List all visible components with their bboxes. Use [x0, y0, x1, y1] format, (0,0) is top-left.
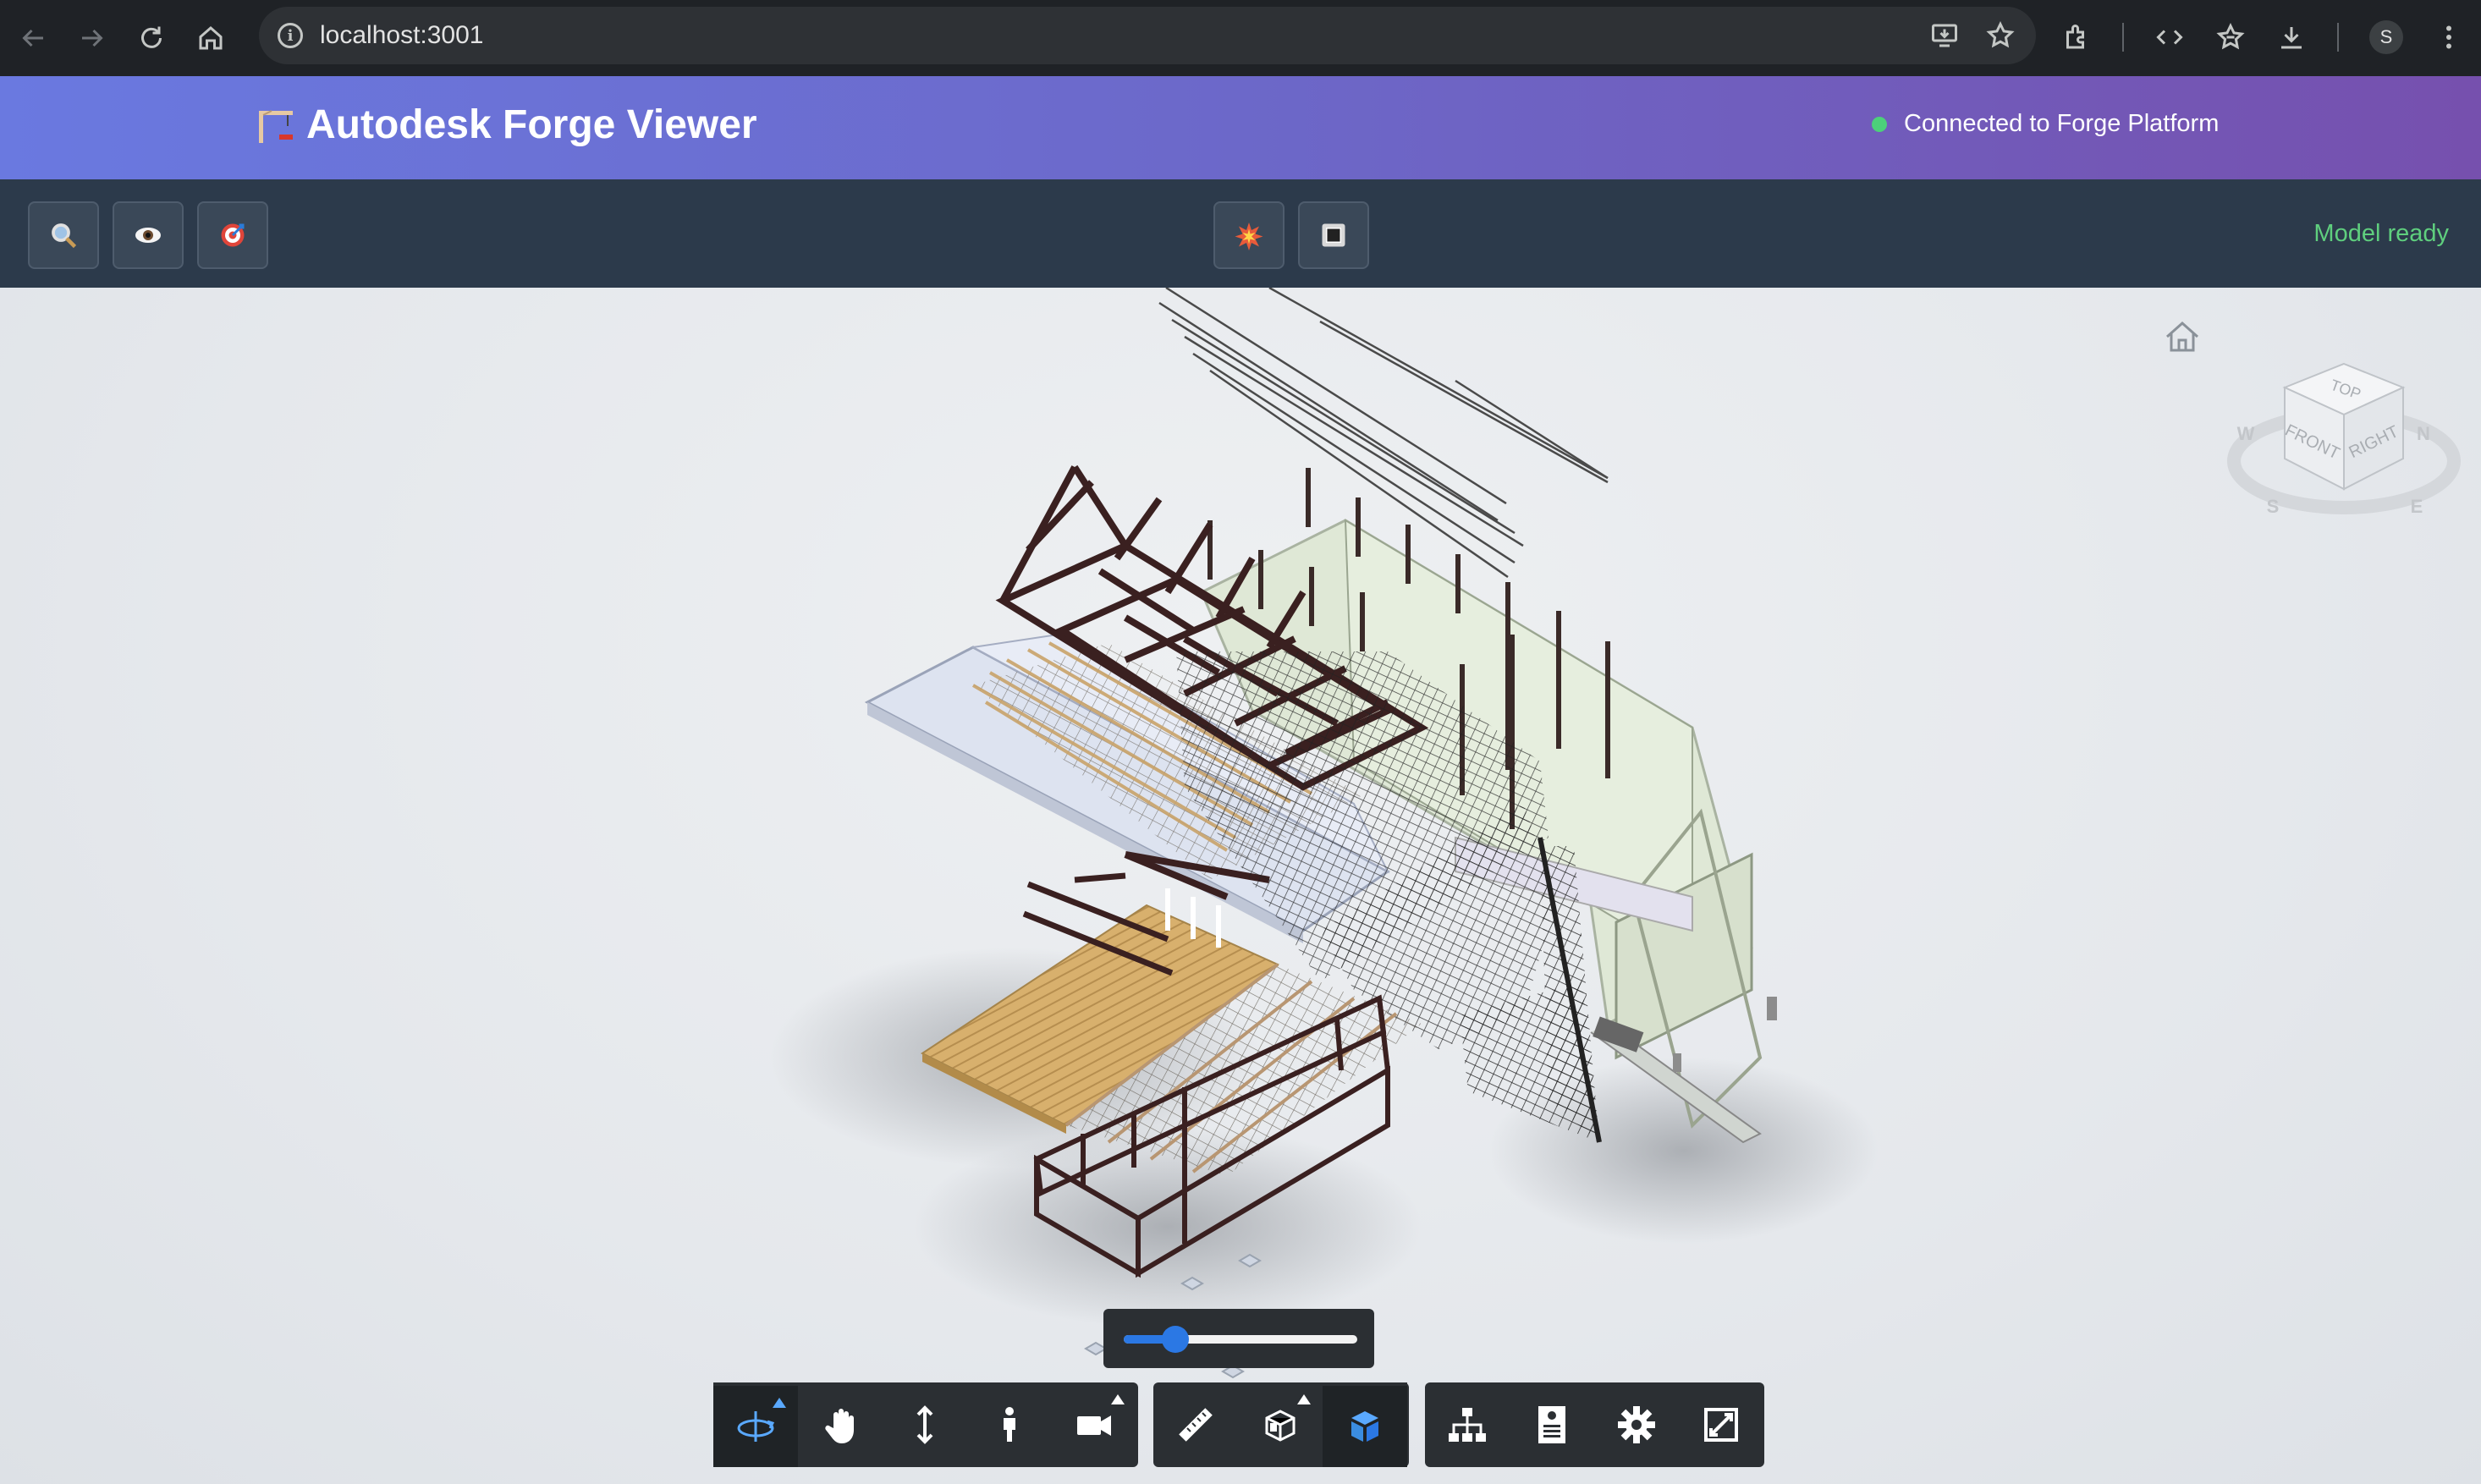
model-browser-button[interactable] [1425, 1382, 1510, 1467]
status-dot [1872, 116, 1887, 132]
compass-e: E [2411, 496, 2423, 517]
explode-slider-panel [1103, 1309, 1374, 1368]
roof-truss-lines [1158, 288, 1609, 579]
pan-button[interactable] [798, 1382, 883, 1467]
bookmark-star-icon[interactable] [1985, 20, 2016, 51]
compass-w: W [2237, 423, 2255, 444]
search-button[interactable] [28, 201, 99, 269]
section-icon [1265, 1410, 1296, 1442]
compass-s: S [2267, 496, 2280, 517]
settings-button[interactable] [1594, 1382, 1679, 1467]
navigation-tools [713, 1382, 1138, 1467]
zoom-icon [916, 1405, 933, 1444]
properties-icon [1538, 1406, 1565, 1443]
orbit-icon [737, 1411, 775, 1442]
model-cube-button[interactable] [1323, 1382, 1407, 1467]
measure-icon [1179, 1408, 1213, 1442]
downloads-icon[interactable] [2276, 22, 2307, 52]
connection-status: Connected to Forge Platform [1872, 110, 2219, 138]
reload-button[interactable] [122, 8, 181, 68]
3d-model-scene[interactable] [0, 288, 2481, 1484]
compass-n: N [2417, 423, 2430, 444]
zoom-button[interactable] [883, 1382, 967, 1467]
model-cube-icon [1351, 1411, 1378, 1442]
visibility-button[interactable] [113, 201, 184, 269]
camera-icon [1077, 1415, 1111, 1436]
stop-button[interactable] [1298, 201, 1369, 269]
app-header: Autodesk Forge Viewer Connected to Forge… [0, 76, 2481, 179]
install-app-icon[interactable] [1929, 20, 1960, 51]
pan-icon [825, 1409, 854, 1443]
camera-button[interactable] [1052, 1382, 1136, 1467]
first-person-button[interactable] [967, 1382, 1052, 1467]
forge-viewer-canvas[interactable]: TOP FRONT RIGHT W N S E [0, 288, 2481, 1484]
explode-icon [1235, 223, 1263, 250]
reload-icon [141, 26, 162, 48]
toolbar-divider [2122, 23, 2124, 52]
menu-kebab-icon[interactable] [2434, 22, 2464, 52]
focus-button[interactable] [197, 201, 268, 269]
model-status: Model ready [2313, 220, 2449, 247]
home-button[interactable] [181, 8, 240, 68]
app-title: Autodesk Forge Viewer [254, 102, 757, 148]
url-text: localhost:3001 [320, 21, 484, 49]
app-title-text: Autodesk Forge Viewer [306, 102, 757, 147]
properties-button[interactable] [1510, 1382, 1594, 1467]
bookmarks-icon[interactable] [2215, 22, 2246, 52]
extensions-icon[interactable] [2061, 22, 2092, 52]
search-icon [52, 223, 77, 249]
explode-button[interactable] [1213, 201, 1285, 269]
back-button[interactable] [3, 8, 63, 68]
site-info-icon[interactable]: i [278, 23, 303, 48]
explode-slider[interactable] [1124, 1326, 1357, 1353]
measure-button[interactable] [1153, 1382, 1238, 1467]
devtools-icon[interactable] [2154, 22, 2185, 52]
model-browser-icon [1449, 1408, 1486, 1442]
crane-icon [259, 109, 293, 143]
profile-avatar[interactable]: S [2369, 20, 2403, 54]
stop-icon [1322, 223, 1345, 247]
fullscreen-button[interactable] [1679, 1382, 1763, 1467]
first-person-icon [1004, 1407, 1015, 1442]
address-bar[interactable]: i localhost:3001 [259, 7, 2036, 64]
arrow-left-icon [22, 29, 43, 47]
settings-tools [1425, 1382, 1764, 1467]
connection-status-text: Connected to Forge Platform [1904, 110, 2220, 137]
arrow-right-icon [82, 29, 103, 47]
forward-button[interactable] [63, 8, 122, 68]
home-icon [199, 26, 223, 50]
section-button[interactable] [1238, 1382, 1323, 1467]
browser-chrome: i localhost:3001 S [0, 0, 2481, 76]
viewer-home-icon[interactable] [2163, 320, 2202, 354]
orbit-button[interactable] [713, 1382, 798, 1467]
fullscreen-icon [1704, 1408, 1738, 1442]
eye-icon [135, 228, 161, 243]
measure-tools [1153, 1382, 1409, 1467]
slider-thumb[interactable] [1161, 1326, 1189, 1353]
toolbar-divider [2337, 23, 2339, 52]
view-cube[interactable]: TOP FRONT RIGHT W N S E [2225, 347, 2462, 541]
settings-icon [1618, 1406, 1655, 1443]
viewer-toolbar: Model ready [0, 179, 2481, 288]
target-icon [221, 223, 245, 247]
